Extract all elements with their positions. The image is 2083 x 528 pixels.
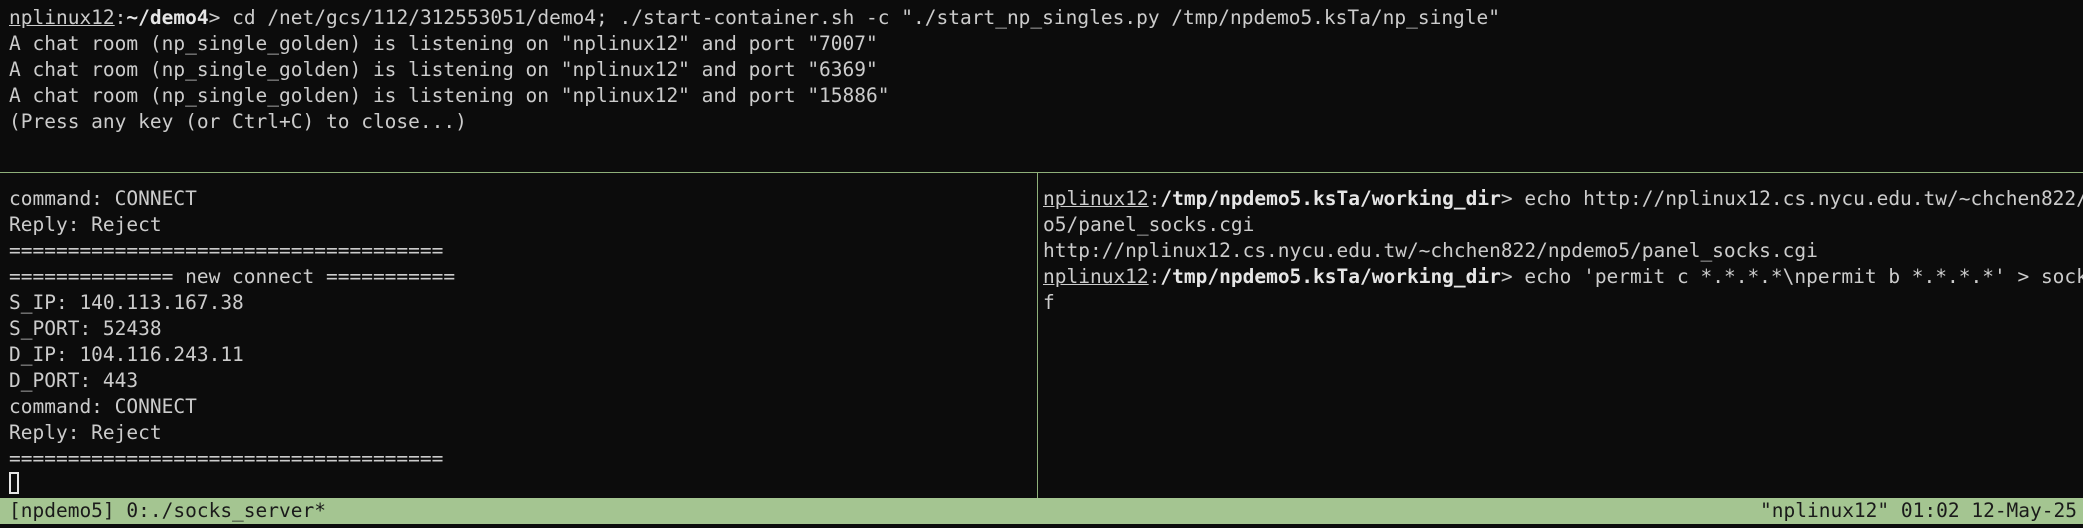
prompt-end: >	[1500, 265, 1513, 288]
log-line: =====================================	[9, 447, 444, 470]
log-line: =====================================	[9, 239, 444, 262]
output-line: (Press any key (or Ctrl+C) to close...)	[9, 110, 467, 133]
log-line: D_IP: 104.116.243.11	[9, 343, 244, 366]
top-terminal-pane[interactable]: nplinux12:~/demo4> cd /net/gcs/112/31255…	[0, 0, 2083, 172]
prompt-path: ~/demo4	[126, 6, 209, 29]
top-prompt-line: nplinux12:~/demo4> cd /net/gcs/112/31255…	[9, 5, 1500, 31]
prompt-path: /tmp/npdemo5.ksTa/working_dir	[1160, 265, 1501, 288]
command-wrap-line: o5/panel_socks.cgi	[1043, 213, 1255, 236]
log-line: S_IP: 140.113.167.38	[9, 291, 244, 314]
output-line: A chat room (np_single_golden) is listen…	[9, 58, 878, 81]
log-line: Reply: Reject	[9, 421, 162, 444]
output-line: http://nplinux12.cs.nycu.edu.tw/~chchen8…	[1043, 239, 1818, 262]
prompt-sep: :	[1148, 265, 1161, 288]
prompt-sep: :	[1148, 187, 1161, 210]
right-prompt-line: nplinux12:/tmp/npdemo5.ksTa/working_dir>…	[1043, 186, 2083, 212]
output-line: A chat room (np_single_golden) is listen…	[9, 84, 890, 107]
log-line: ============== new connect ===========	[9, 265, 456, 288]
log-line: command: CONNECT	[9, 187, 197, 210]
prompt-host: nplinux12	[9, 6, 115, 29]
output-line: A chat room (np_single_golden) is listen…	[9, 32, 878, 55]
command-wrap-line: f	[1043, 291, 1055, 314]
command-text: echo http://nplinux12.cs.nycu.edu.tw/~ch…	[1524, 187, 2083, 210]
log-line: D_PORT: 443	[9, 369, 139, 392]
prompt-end: >	[208, 6, 221, 29]
log-line: command: CONNECT	[9, 395, 197, 418]
log-line: S_PORT: 52438	[9, 317, 162, 340]
command-text: cd /net/gcs/112/312553051/demo4; ./start…	[220, 6, 1501, 29]
log-line: Reply: Reject	[9, 213, 162, 236]
prompt-path: /tmp/npdemo5.ksTa/working_dir	[1160, 187, 1501, 210]
right-terminal-pane[interactable]: nplinux12:/tmp/npdemo5.ksTa/working_dir>…	[1038, 173, 2083, 498]
tmux-status-bar: [npdemo5] 0:./socks_server* "nplinux12" …	[0, 498, 2083, 524]
host-time-date: "nplinux12" 01:02 12-May-25	[1760, 499, 2077, 522]
prompt-end: >	[1500, 187, 1513, 210]
left-terminal-pane[interactable]: command: CONNECT Reply: Reject =========…	[0, 173, 1037, 498]
prompt-host: nplinux12	[1043, 265, 1149, 288]
prompt-sep: :	[114, 6, 127, 29]
terminal-cursor	[9, 472, 19, 494]
command-text: echo 'permit c *.*.*.*\npermit b *.*.*.*…	[1524, 265, 2083, 288]
prompt-host: nplinux12	[1043, 187, 1149, 210]
session-window-label[interactable]: [npdemo5] 0:./socks_server*	[9, 498, 326, 524]
right-prompt-line: nplinux12:/tmp/npdemo5.ksTa/working_dir>…	[1043, 264, 2083, 290]
